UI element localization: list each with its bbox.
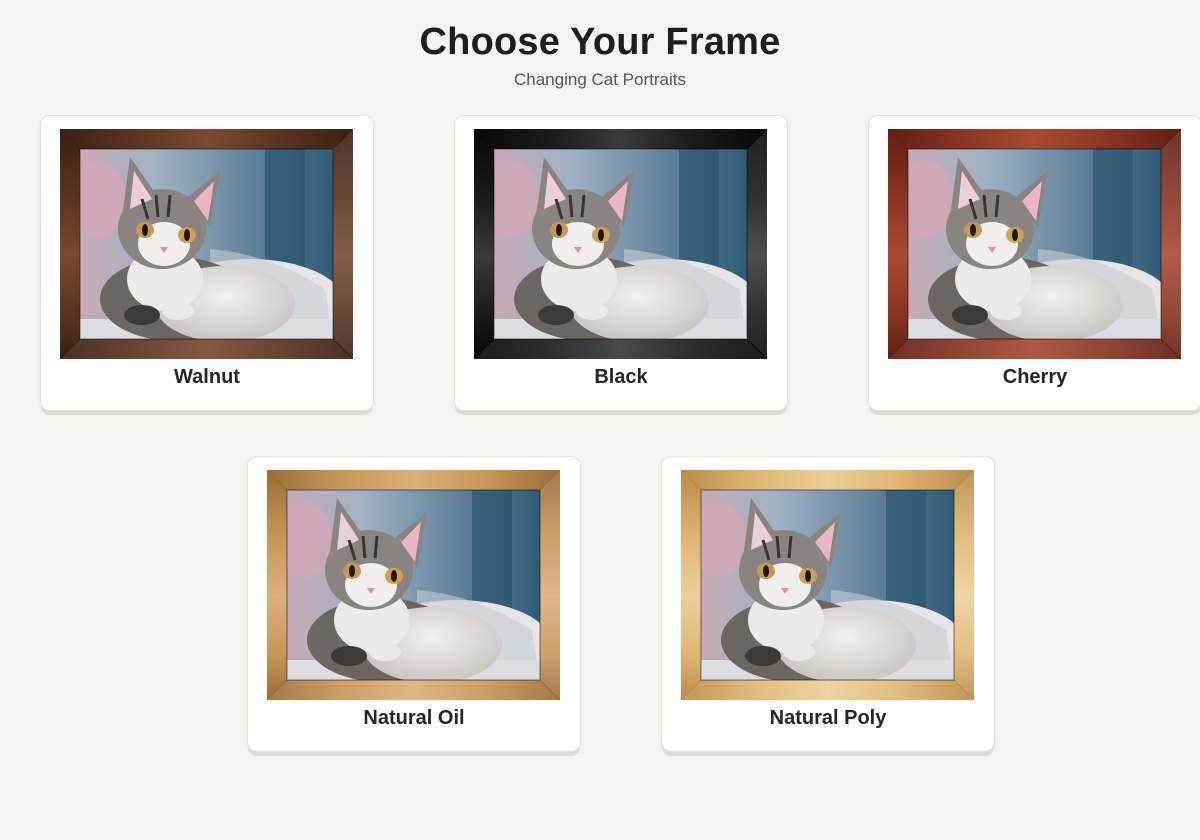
frame-option-natural-oil[interactable]: Natural Oil <box>247 456 581 752</box>
frame-option-black[interactable]: Black <box>454 115 788 411</box>
frame-label: Walnut <box>174 366 240 388</box>
frame-option-walnut[interactable]: Walnut <box>40 115 374 411</box>
framed-cat-portrait <box>60 129 353 359</box>
framed-cat-portrait <box>267 470 560 700</box>
framed-cat-portrait <box>681 470 974 700</box>
page-header: Choose Your Frame Changing Cat Portraits <box>0 18 1200 92</box>
page-subtitle: Changing Cat Portraits <box>514 70 686 89</box>
frame-option-cherry[interactable]: Cherry <box>868 115 1200 411</box>
page-title: Choose Your Frame <box>419 21 781 63</box>
framed-cat-portrait <box>474 129 767 359</box>
frame-label: Black <box>594 366 648 388</box>
framed-cat-portrait <box>888 129 1181 359</box>
frame-label: Cherry <box>1002 366 1068 388</box>
frame-option-natural-poly[interactable]: Natural Poly <box>661 456 995 752</box>
frame-label: Natural Poly <box>769 707 887 729</box>
frame-label: Natural Oil <box>363 707 465 729</box>
